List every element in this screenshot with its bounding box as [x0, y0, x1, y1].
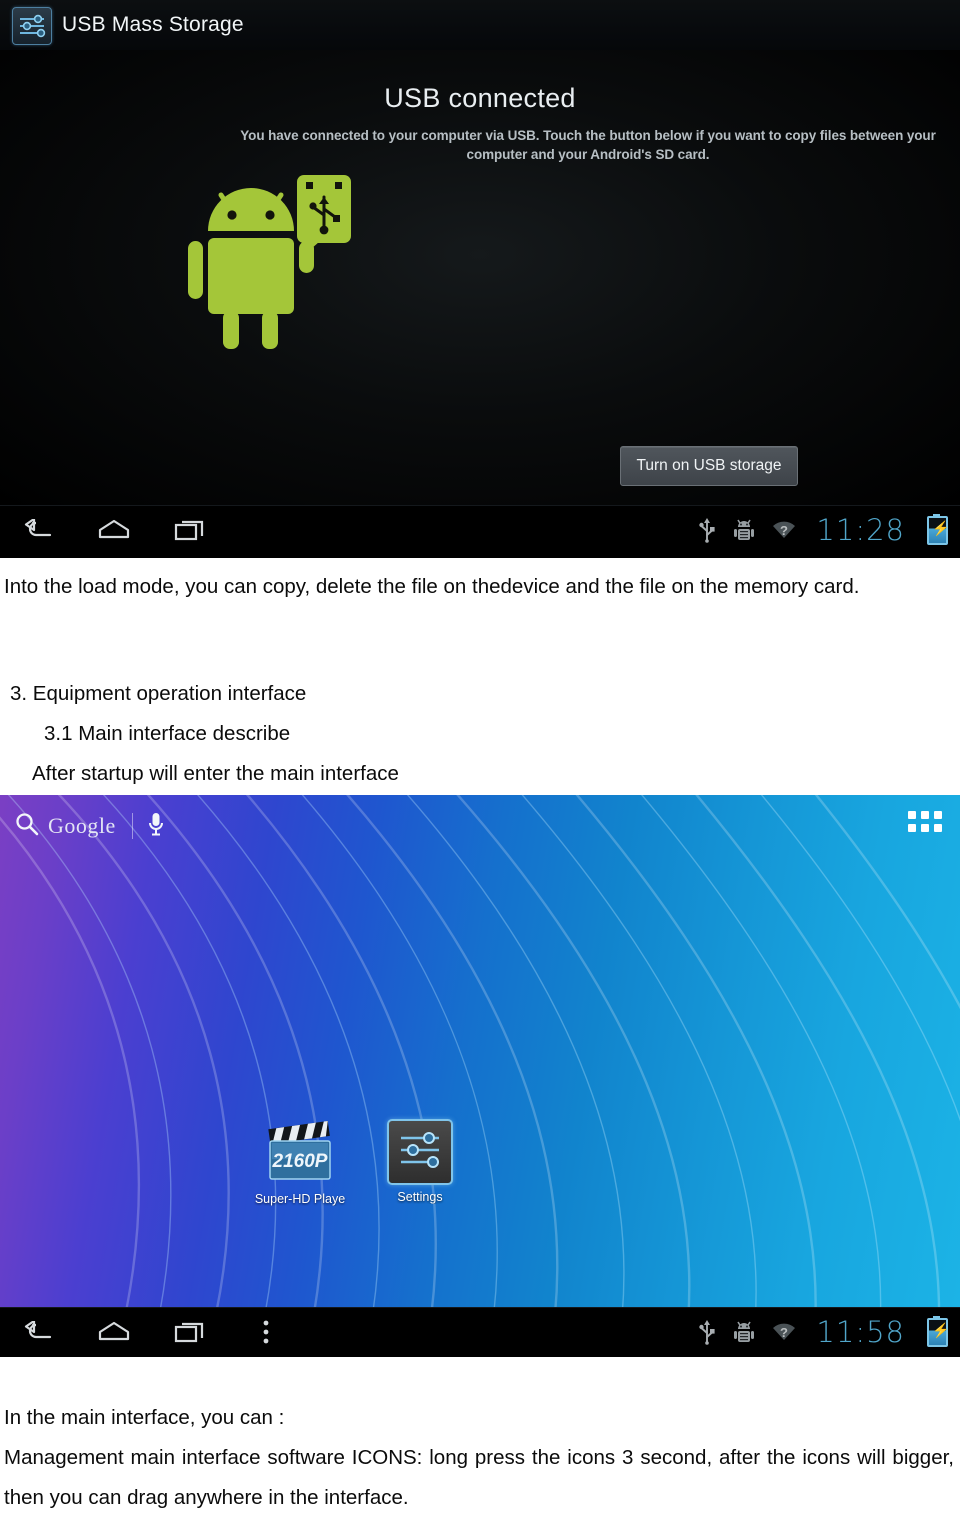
- recents-icon[interactable]: [152, 1307, 228, 1357]
- app-icon-super-hd-player[interactable]: 2160P Super-HD Playe: [248, 1119, 352, 1206]
- usb-connected-headline: USB connected: [384, 83, 576, 113]
- svg-text:?: ?: [780, 523, 788, 538]
- status-clock: 11:28: [816, 513, 905, 547]
- usb-connected-description: You have connected to your computer via …: [240, 128, 936, 162]
- usb-status-bar: ? 11:28 ⚡: [698, 505, 952, 555]
- home-navigation-bar: ? 11:58 ⚡: [0, 1307, 960, 1357]
- apps-grid-icon[interactable]: [908, 811, 942, 837]
- section-subheading-main-interface: 3.1 Main interface describe: [44, 722, 291, 745]
- apps-grid-cell: [921, 824, 929, 832]
- magnifier-icon[interactable]: [14, 811, 40, 842]
- app-icon-settings[interactable]: Settings: [368, 1119, 472, 1204]
- home-icon[interactable]: [76, 1307, 152, 1357]
- turn-on-usb-storage-button[interactable]: Turn on USB storage: [620, 446, 798, 486]
- clapperboard-2160p-icon: 2160P: [264, 1119, 336, 1187]
- paragraph-main-interface-line1: In the main interface, you can :: [4, 1406, 285, 1429]
- usb-content-area: USB connected You have connected to your…: [0, 50, 960, 505]
- status-clock: 11:58: [816, 1315, 905, 1349]
- battery-charging-icon: ⚡: [927, 1315, 949, 1347]
- section-note-after-startup: After startup will enter the main interf…: [32, 762, 399, 785]
- usb-navigation-bar: ? 11:28 ⚡: [0, 505, 960, 555]
- section-heading-equipment-operation: 3. Equipment operation interface: [10, 682, 307, 705]
- svg-text:2160P: 2160P: [272, 1151, 328, 1172]
- apps-grid-cell: [908, 811, 916, 819]
- google-brand-label: Google: [48, 813, 116, 838]
- settings-sliders-icon: [387, 1119, 453, 1185]
- paragraph-main-interface: In the main interface, you can : Managem…: [4, 1398, 954, 1518]
- paragraph-load-mode: Into the load mode, you can copy, delete…: [4, 575, 860, 598]
- settings-sliders-icon: [12, 7, 52, 45]
- android-debug-icon: [734, 518, 755, 542]
- wifi-unknown-icon: ?: [772, 520, 796, 540]
- paragraph-main-interface-line2: Management main interface software ICONS…: [4, 1446, 954, 1509]
- apps-grid-cell: [934, 824, 942, 832]
- wifi-unknown-icon: ?: [772, 1322, 796, 1342]
- app-label-settings: Settings: [397, 1190, 443, 1204]
- home-icon[interactable]: [76, 505, 152, 555]
- battery-charging-icon: ⚡: [927, 513, 949, 545]
- microphone-icon[interactable]: [147, 811, 165, 842]
- usb-title-bar: USB Mass Storage: [0, 0, 960, 53]
- usb-title-label: USB Mass Storage: [62, 13, 244, 36]
- recents-icon[interactable]: [152, 505, 228, 555]
- overflow-menu-icon[interactable]: [228, 1307, 304, 1357]
- android-debug-icon: [734, 1320, 755, 1344]
- home-screen-content: Google 2160P Super-HD Playe Settings ? 1…: [0, 795, 960, 1357]
- usb-mass-storage-screenshot: USB Mass Storage USB connected You have …: [0, 0, 960, 558]
- usb-icon: [698, 1319, 716, 1345]
- apps-grid-cell: [921, 811, 929, 819]
- app-label-super-hd-player: Super-HD Playe: [254, 1192, 346, 1206]
- apps-grid-cell: [908, 824, 916, 832]
- android-robot-with-usb-icon: [188, 175, 358, 370]
- back-icon[interactable]: [0, 1307, 76, 1357]
- usb-icon: [698, 517, 716, 543]
- svg-text:?: ?: [780, 1325, 788, 1340]
- apps-grid-cell: [934, 811, 942, 819]
- search-divider: [131, 813, 133, 839]
- home-screen-screenshot: Google 2160P Super-HD Playe Settings ? 1…: [0, 795, 960, 1357]
- back-icon[interactable]: [0, 505, 76, 555]
- home-status-bar: ? 11:58 ⚡: [698, 1307, 952, 1357]
- google-search-widget[interactable]: Google: [14, 805, 190, 847]
